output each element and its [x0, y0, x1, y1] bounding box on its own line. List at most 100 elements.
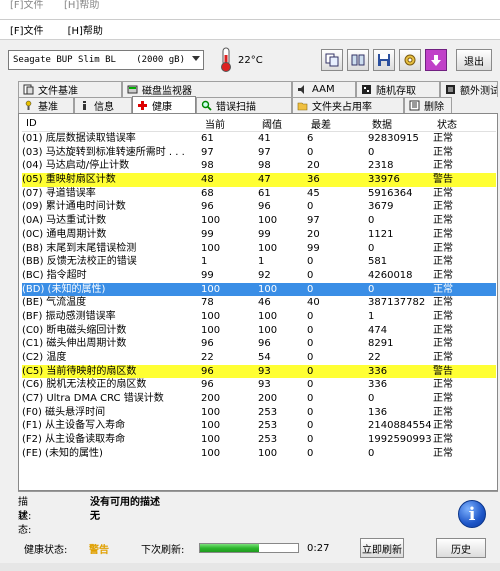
cell-current: 99 [201, 228, 214, 240]
cell-threshold: 96 [258, 201, 271, 213]
col-worst[interactable]: 最差 [311, 116, 331, 131]
tab-info[interactable]: 信息 [74, 97, 132, 113]
tab-disk-monitor[interactable]: 磁盘监视器 [122, 81, 292, 97]
options-button[interactable] [398, 49, 421, 71]
cell-data: 336 [368, 379, 388, 391]
cell-current: 100 [201, 283, 221, 295]
erase-icon [409, 100, 420, 111]
table-row[interactable]: (FE) (未知的属性) 100 100 0 0 正常 [22, 447, 496, 461]
cell-worst: 0 [307, 365, 314, 377]
tab-benchmark[interactable]: 基准 [18, 97, 74, 113]
col-status[interactable]: 状态 [437, 116, 457, 131]
table-row[interactable]: (BE) 气流温度 78 46 40 387137782 正常 [22, 296, 496, 310]
cell-id: (C2) 温度 [22, 352, 67, 363]
cell-worst: 0 [307, 283, 314, 295]
cell-id: (07) 寻道错误率 [22, 187, 96, 199]
table-row[interactable]: (C0) 断电磁头缩回计数 100 100 0 474 正常 [22, 324, 496, 338]
table-row[interactable]: (04) 马达启动/停止计数 98 98 20 2318 正常 [22, 159, 496, 173]
table-row[interactable]: (F0) 磁头悬浮时间 100 253 0 136 正常 [22, 406, 496, 420]
table-row[interactable]: (0A) 马达重试计数 100 100 97 0 正常 [22, 214, 496, 228]
compare-button[interactable] [346, 49, 369, 71]
col-current[interactable]: 当前 [205, 116, 225, 131]
menu-file[interactable]: [F]文件 [10, 22, 44, 37]
cell-status: 正常 [433, 269, 453, 281]
table-row[interactable]: (B8) 末尾到末尾错误检测 100 100 99 0 正常 [22, 242, 496, 256]
chevron-down-icon[interactable] [192, 56, 200, 61]
speaker-icon [298, 85, 304, 94]
table-row[interactable]: (F1) 从主设备写入寿命 100 253 0 2140884554 正常 [22, 419, 496, 433]
cell-data: 0 [368, 146, 375, 158]
refresh-now-button[interactable]: 立即刷新 [360, 538, 404, 558]
table-row[interactable]: (BD) (未知的属性) 100 100 0 0 正常 [22, 282, 496, 297]
table-row[interactable]: (C5) 当前待映射的扇区数 96 93 0 336 警告 [22, 364, 496, 379]
cell-current: 22 [201, 352, 214, 363]
cell-current: 100 [201, 434, 221, 446]
info-icon [83, 101, 86, 110]
table-row[interactable]: (C6) 脱机无法校正的扇区数 96 93 0 336 正常 [22, 378, 496, 392]
tab-extra-tests[interactable]: 额外测试 [440, 81, 498, 97]
cell-threshold: 93 [258, 365, 271, 377]
cell-status: 正常 [433, 228, 453, 240]
tab-aam[interactable]: AAM [292, 81, 356, 97]
table-row[interactable]: (07) 寻道错误率 68 61 45 5916364 正常 [22, 187, 496, 201]
cell-data: 8291 [368, 338, 394, 350]
col-threshold[interactable]: 阈值 [262, 116, 282, 131]
col-id[interactable]: ID [26, 118, 37, 129]
cell-threshold: 41 [258, 133, 271, 144]
menu-help[interactable]: [H]帮助 [68, 22, 103, 37]
tab-erase[interactable]: 删除 [404, 97, 452, 113]
arrow-down-icon [430, 55, 441, 66]
cell-threshold: 96 [258, 338, 271, 350]
exit-button[interactable]: 退出 [456, 49, 492, 71]
cell-threshold: 92 [258, 269, 271, 281]
cell-current: 48 [201, 174, 214, 186]
health-status-label: 健康状态: [24, 544, 68, 556]
tab-health[interactable]: 健康 [132, 96, 196, 114]
cell-id: (B8) 末尾到末尾错误检测 [22, 242, 137, 254]
table-row[interactable]: (09) 累计通电时间计数 96 96 0 3679 正常 [22, 200, 496, 214]
cell-status: 正常 [433, 406, 453, 418]
table-row[interactable]: (C2) 温度 22 54 0 22 正常 [22, 351, 496, 365]
save-button[interactable] [372, 49, 395, 71]
cell-current: 96 [201, 201, 214, 213]
col-data[interactable]: 数据 [372, 116, 392, 131]
table-row[interactable]: (BF) 振动感测错误率 100 100 0 1 正常 [22, 310, 496, 324]
tab-file-benchmark[interactable]: 文件基准 [18, 81, 122, 97]
cell-id: (C1) 磁头伸出周期计数 [22, 338, 127, 350]
copy-button[interactable] [320, 49, 343, 71]
folder-icon [297, 102, 308, 111]
cell-data: 3679 [368, 201, 394, 213]
info-icon[interactable]: i [458, 500, 486, 528]
table-row[interactable]: (C7) Ultra DMA CRC 错误计数 200 200 0 0 正常 [22, 392, 496, 406]
drive-select[interactable]: Seagate BUP Slim BL (2000 gB) [8, 50, 204, 70]
cell-status: 正常 [433, 160, 453, 172]
download-button[interactable] [424, 49, 447, 71]
cell-id: (F2) 从主设备读取寿命 [22, 434, 126, 446]
table-row[interactable]: (05) 重映射扇区计数 48 47 36 33976 警告 [22, 173, 496, 187]
attribute-list: (01) 底层数据读取错误率 61 41 6 92830915 正常 (03) 马达旋转到标… [22, 132, 496, 461]
drive-name: Seagate BUP Slim BL [13, 55, 116, 65]
tab-error-scan[interactable]: 错误扫描 [196, 97, 292, 113]
cell-threshold: 46 [258, 297, 271, 309]
cell-worst: 99 [307, 242, 320, 254]
cell-status: 正常 [433, 393, 453, 405]
table-row[interactable]: (F2) 从主设备读取寿命 100 253 0 1992590993 正常 [22, 433, 496, 447]
cell-id: (BB) 反馈无法校正的错误 [22, 256, 137, 268]
cell-status: 警告 [433, 174, 453, 186]
tab-folder-usage[interactable]: 文件夹占用率 [292, 97, 404, 113]
gear-icon [404, 54, 416, 66]
tab-random-access[interactable]: 随机存取 [356, 81, 440, 97]
table-row[interactable]: (BB) 反馈无法校正的错误 1 1 0 581 正常 [22, 255, 496, 269]
cell-id: (03) 马达旋转到标准转速所需时 . . . [22, 146, 185, 158]
attr-status-value: 无 [90, 511, 100, 522]
table-row[interactable]: (0C) 通电周期计数 99 99 20 1121 正常 [22, 228, 496, 242]
cell-threshold: 54 [258, 352, 271, 363]
cell-current: 96 [201, 379, 214, 391]
table-row[interactable]: (03) 马达旋转到标准转速所需时 . . . 97 97 0 0 正常 [22, 146, 496, 160]
cell-data: 2318 [368, 160, 394, 172]
table-row[interactable]: (01) 底层数据读取错误率 61 41 6 92830915 正常 [22, 132, 496, 146]
history-button[interactable]: 历史 [436, 538, 486, 558]
table-row[interactable]: (C1) 磁头伸出周期计数 96 96 0 8291 正常 [22, 337, 496, 351]
table-row[interactable]: (BC) 指令超时 99 92 0 4260018 正常 [22, 269, 496, 283]
refresh-countdown: 0:27 [307, 542, 330, 554]
